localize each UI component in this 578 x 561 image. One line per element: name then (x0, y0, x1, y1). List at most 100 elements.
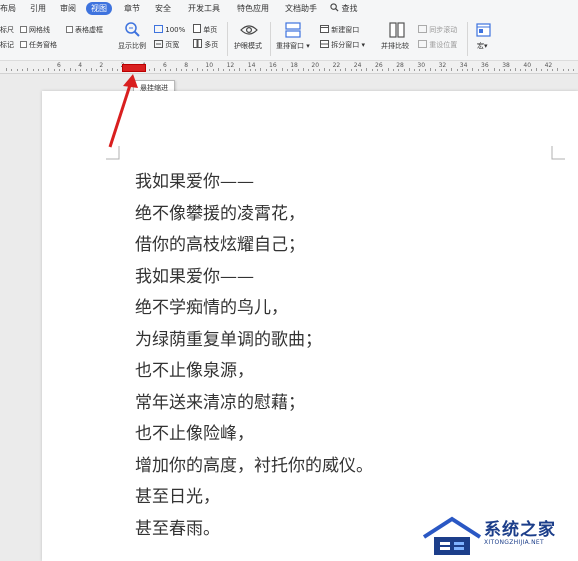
macro-icon[interactable] (476, 23, 491, 37)
page-width-button[interactable]: 页宽 (154, 39, 179, 51)
sync-scroll-button[interactable]: 同步滚动 (418, 24, 457, 36)
ruler-tick (392, 69, 394, 71)
ruler-number: 40 (523, 62, 532, 69)
ruler-tick (414, 69, 416, 71)
eye-mode-label[interactable]: 护眼模式 (234, 41, 262, 51)
one-page-button[interactable]: 单页 (193, 24, 217, 36)
eye-icon[interactable] (240, 23, 258, 37)
ruler-tick (467, 69, 469, 71)
one-page-icon (193, 24, 201, 33)
gridlines-checkbox[interactable]: 网格线 (20, 24, 50, 36)
multi-page-button[interactable]: 多页 (193, 39, 218, 51)
tab-special-apps[interactable]: 特色应用 (237, 2, 269, 15)
hundred-percent-button[interactable]: 100% (154, 24, 185, 36)
tab-layout[interactable]: 布局 (0, 2, 16, 15)
markup-checkbox[interactable]: 标记 (0, 39, 14, 51)
ruler-tick (430, 68, 431, 71)
zoom-label[interactable]: 显示比例 (118, 41, 146, 51)
ruler-tick (302, 68, 304, 71)
ruler-tick (329, 69, 331, 71)
side-by-side-label[interactable]: 并排比较 (381, 41, 409, 51)
ruler-tick (536, 68, 537, 71)
tab-developer-tools[interactable]: 开发工具 (188, 2, 220, 15)
ruler-checkbox[interactable]: 标尺 (0, 24, 14, 36)
ruler-tick (64, 69, 66, 71)
task-pane-checkbox[interactable]: 任务窗格 (20, 39, 57, 51)
ruler-tick (69, 68, 71, 71)
gridlines-check-box[interactable] (20, 26, 27, 33)
ruler-tick (419, 69, 421, 71)
task-pane-check-box[interactable] (20, 41, 27, 48)
search-button[interactable]: 查找 (330, 2, 358, 15)
ruler-tick (504, 69, 506, 71)
split-window-button[interactable]: 拆分窗口 ▾ (320, 39, 365, 51)
text-line: 借你的高枝炫耀自己； (135, 235, 305, 255)
ruler-tick (271, 69, 272, 71)
ruler-number: 36 (481, 62, 489, 69)
macro-label[interactable]: 宏▾ (477, 41, 488, 51)
rearrange-windows-icon[interactable] (285, 22, 301, 38)
ruler-number: 34 (459, 62, 468, 69)
ribbon-divider (467, 22, 468, 56)
document-body[interactable]: 我如果爱你—— 绝不像攀援的凌霄花， 借你的高枝炫耀自己； 我如果爱你—— 绝不… (135, 167, 373, 545)
ruler-tick (345, 68, 347, 71)
ruler-tick (324, 68, 325, 71)
ruler-tick (260, 68, 262, 71)
ribbon-toolbar: 标尺 网格线 表格虚框 标记 任务窗格 显示比例 100% 单页 页宽 多页 护… (0, 16, 578, 61)
multi-page-label: 多页 (204, 41, 219, 49)
zoom-icon[interactable] (124, 21, 142, 39)
ruler-tick (281, 68, 283, 71)
rearrange-windows-label[interactable]: 重排窗口 ▾ (276, 41, 310, 51)
watermark-title: 系统之家 (484, 520, 556, 540)
text-line: 甚至春雨。 (135, 518, 220, 539)
ruler-tick (74, 69, 76, 71)
text-line: 也不止像泉源， (135, 361, 254, 381)
ruler-tick (196, 68, 198, 71)
ruler-tick (48, 68, 50, 71)
text-line: 也不止像险峰， (135, 424, 254, 444)
ruler-tick (408, 68, 410, 71)
ribbon-divider (270, 22, 271, 56)
text-line: 常年送来清凉的慰藉； (135, 392, 305, 413)
ruler-tick (297, 69, 299, 71)
ruler-tick (456, 69, 458, 71)
new-window-icon (320, 25, 329, 33)
ruler-tick (308, 69, 310, 71)
ruler-tick (366, 68, 368, 71)
text-line: 为绿荫重复单调的歌曲； (135, 329, 322, 350)
ruler-tick (255, 69, 257, 71)
table-gridlines-check-box[interactable] (66, 26, 73, 33)
tab-document-assistant[interactable]: 文档助手 (285, 2, 317, 15)
horizontal-ruler[interactable]: 6422468101214161820222426283032343638404… (0, 61, 578, 74)
hanging-indent-marker[interactable] (122, 64, 146, 72)
tab-chapter[interactable]: 章节 (124, 2, 140, 15)
tab-view[interactable]: 视图 (86, 2, 112, 15)
side-by-side-icon[interactable] (389, 22, 405, 38)
ruler-tick (207, 69, 209, 71)
ruler-tick (265, 69, 267, 71)
new-window-button[interactable]: 新建窗口 (320, 24, 359, 36)
ruler-tick (80, 69, 82, 71)
ruler-tick (435, 69, 437, 71)
macro-text: 宏 (477, 42, 484, 50)
ruler-tick (239, 68, 241, 71)
table-gridlines-checkbox[interactable]: 表格虚框 (66, 24, 103, 36)
ruler-number: 12 (226, 62, 235, 69)
tab-security[interactable]: 安全 (155, 2, 171, 15)
document-page[interactable]: 我如果爱你—— 绝不像攀援的凌霄花， 借你的高枝炫耀自己； 我如果爱你—— 绝不… (42, 91, 578, 561)
ribbon-divider (227, 22, 228, 56)
reset-position-button[interactable]: 重设位置 (418, 39, 457, 51)
ruler-tick (403, 69, 405, 71)
watermark-subtitle: XITONGZHIJIA.NET (484, 539, 544, 546)
ruler-tick (276, 69, 278, 71)
ruler-tick (90, 68, 92, 71)
site-watermark: 系统之家 XITONGZHIJIA.NET (418, 513, 578, 561)
tab-references[interactable]: 引用 (30, 2, 46, 15)
tab-review[interactable]: 审阅 (60, 2, 76, 15)
markup-label: 标记 (0, 41, 14, 49)
ruler-tick (154, 68, 156, 71)
ruler-tick (334, 69, 336, 71)
ruler-tick (498, 69, 500, 71)
ruler-tick (218, 68, 219, 71)
ruler-tick (525, 69, 527, 71)
